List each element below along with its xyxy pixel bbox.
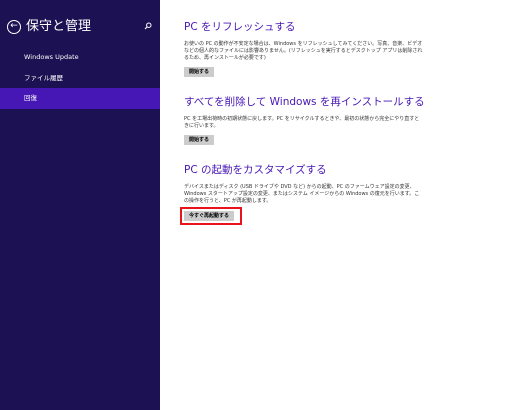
section-title-reset: すべてを削除して Windows を再インストールする [184, 96, 425, 108]
section-title-refresh: PC をリフレッシュする [184, 21, 296, 33]
refresh-start-button[interactable]: 開始する [184, 67, 215, 77]
reset-start-button[interactable]: 開始する [184, 135, 215, 145]
sidebar-title: 保守と管理 [26, 19, 92, 34]
back-arrow-icon[interactable]: ← [7, 20, 21, 34]
sidebar: ← 保守と管理 Windows Update ファイル履歴 回復 [0, 0, 160, 410]
sidebar-item-windows-update[interactable]: Windows Update [0, 47, 160, 68]
sidebar-item-recovery[interactable]: 回復 [0, 88, 160, 109]
sidebar-item-file-history[interactable]: ファイル履歴 [0, 68, 160, 89]
main-content: PC をリフレッシュする お使いの PC の動作が不安定な場合は、Windows… [160, 0, 512, 410]
highlight-box [180, 207, 242, 225]
section-title-advanced-startup: PC の起動をカスタマイズする [184, 164, 327, 176]
section-description-refresh: お使いの PC の動作が不安定な場合は、Windows をリフレッシュしてみてく… [184, 41, 423, 61]
search-icon[interactable] [144, 22, 152, 30]
section-description-reset: PC を工場出荷時の初期状態に戻します。PC をリサイクルするときや、最初の状態… [184, 116, 420, 129]
section-description-advanced-startup: デバイスまたはディスク (USB ドライブや DVD など) からの起動、PC … [184, 184, 420, 204]
